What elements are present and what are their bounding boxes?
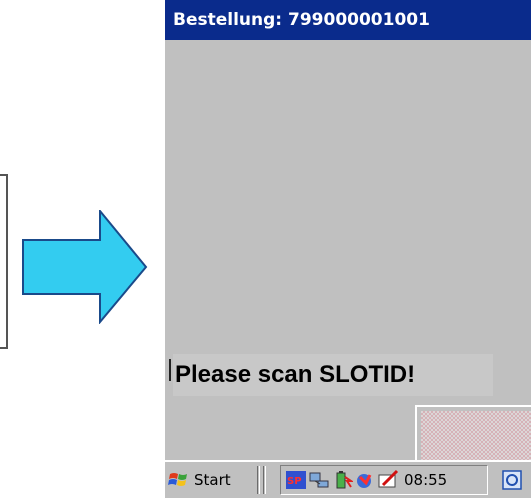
start-label: Start bbox=[194, 471, 231, 489]
desktop-button[interactable] bbox=[495, 465, 529, 495]
battery-icon[interactable] bbox=[331, 469, 353, 491]
window-title-bar: Bestellung: 799000001001 bbox=[165, 0, 531, 40]
sap-icon[interactable]: SP bbox=[285, 469, 307, 491]
flow-arrow-icon bbox=[22, 210, 148, 324]
window-title: Bestellung: 799000001001 bbox=[173, 10, 430, 30]
pen-input-icon[interactable] bbox=[377, 469, 399, 491]
device-screen: Bestellung: 799000001001 Please scan SLO… bbox=[165, 0, 531, 498]
svg-text:SP: SP bbox=[287, 476, 302, 487]
content-area: Please scan SLOTID! bbox=[165, 40, 531, 498]
text-cursor bbox=[169, 359, 171, 381]
taskbar-separator bbox=[257, 466, 260, 494]
network-icon[interactable] bbox=[308, 469, 330, 491]
scan-prompt: Please scan SLOTID! bbox=[173, 354, 493, 396]
windows-flag-icon bbox=[168, 473, 187, 486]
desktop-icon bbox=[502, 470, 522, 490]
start-button[interactable]: Start bbox=[167, 465, 247, 495]
clock[interactable]: 08:55 bbox=[404, 471, 447, 489]
connection-icon[interactable] bbox=[354, 469, 376, 491]
left-panel-frame bbox=[0, 174, 8, 349]
taskbar: Start SP 08:55 bbox=[165, 460, 531, 498]
taskbar-separator bbox=[263, 466, 266, 494]
system-tray: SP 08:55 bbox=[280, 465, 488, 495]
